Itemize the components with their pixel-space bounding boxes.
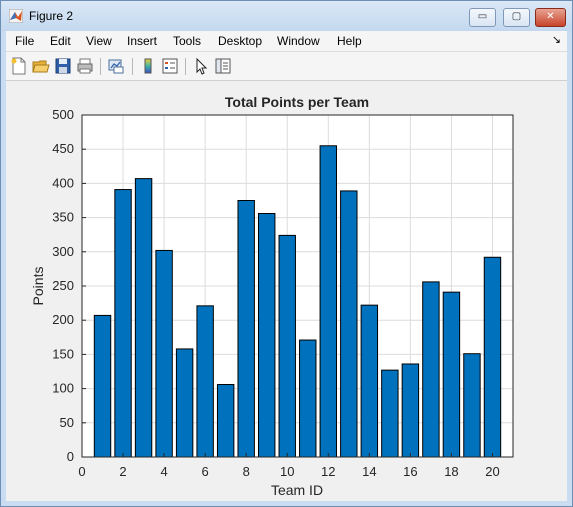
link-plot-icon[interactable] xyxy=(107,57,125,75)
y-tick-label: 300 xyxy=(52,244,74,259)
window-title: Figure 2 xyxy=(29,9,74,23)
y-tick-label: 450 xyxy=(52,141,74,156)
bar-chart[interactable]: 0 50 100 150 200 250 300 350 400 450 500 0 2 4 6 8 10 12 1… xyxy=(6,81,567,501)
close-icon: ✕ xyxy=(546,11,555,22)
print-icon[interactable] xyxy=(76,57,94,75)
bar-team-11[interactable] xyxy=(299,339,317,458)
bar-team-6[interactable] xyxy=(196,305,214,458)
y-tick-label: 100 xyxy=(52,381,74,396)
maximize-icon: ▢ xyxy=(511,11,522,22)
bar-team-8[interactable] xyxy=(237,200,255,458)
maximize-button[interactable]: ▢ xyxy=(503,8,530,27)
property-editor-icon[interactable] xyxy=(214,57,232,75)
legend-icon[interactable] xyxy=(161,57,179,75)
x-tick-label: 8 xyxy=(243,464,250,479)
bar-team-14[interactable] xyxy=(360,304,379,458)
y-tick-label: 350 xyxy=(52,210,74,225)
y-tick-label: 50 xyxy=(60,415,74,430)
menu-bar: File Edit View Insert Tools Desktop Wind… xyxy=(6,31,567,52)
bar-team-5[interactable] xyxy=(175,348,194,458)
x-tick-label: 4 xyxy=(160,464,167,479)
new-figure-icon[interactable] xyxy=(10,57,28,75)
bar-team-12[interactable] xyxy=(319,145,337,458)
pointer-icon[interactable] xyxy=(192,57,210,75)
x-tick-label: 2 xyxy=(119,464,126,479)
close-button[interactable]: ✕ xyxy=(535,8,566,27)
figure-toolbar xyxy=(6,52,567,81)
bar-team-16[interactable] xyxy=(401,363,420,458)
y-tick-label: 500 xyxy=(52,107,74,122)
bar-team-17[interactable] xyxy=(422,281,440,458)
x-tick-label: 12 xyxy=(321,464,335,479)
dock-arrow-icon[interactable]: ↘ xyxy=(552,33,561,46)
y-tick-label: 150 xyxy=(52,346,74,361)
save-icon[interactable] xyxy=(54,57,72,75)
menu-view[interactable]: View xyxy=(86,34,112,48)
chart-title: Total Points per Team xyxy=(225,94,369,110)
menu-edit[interactable]: Edit xyxy=(50,34,71,48)
bar-team-13[interactable] xyxy=(340,190,358,458)
y-tick-label: 250 xyxy=(52,278,74,293)
x-tick-label: 0 xyxy=(78,464,85,479)
minimize-button[interactable]: ▭ xyxy=(469,8,496,27)
toolbar-separator xyxy=(100,58,101,75)
bar-team-20[interactable] xyxy=(483,256,502,458)
x-tick-label: 6 xyxy=(202,464,209,479)
x-tick-label: 20 xyxy=(485,464,499,479)
bar-team-3[interactable] xyxy=(134,178,153,458)
bar-team-4[interactable] xyxy=(155,249,173,458)
menu-window[interactable]: Window xyxy=(277,34,320,48)
matlab-icon xyxy=(9,9,23,23)
menu-desktop[interactable]: Desktop xyxy=(218,34,262,48)
y-tick-label: 0 xyxy=(67,449,74,464)
bar-team-7[interactable] xyxy=(216,383,235,458)
x-tick-label: 14 xyxy=(362,464,376,479)
minimize-icon: ▭ xyxy=(477,11,488,22)
colorbar-icon[interactable] xyxy=(139,57,157,75)
figure-canvas: 0 50 100 150 200 250 300 350 400 450 500 0 2 4 6 8 10 12 1… xyxy=(6,81,567,501)
bar-team-2[interactable] xyxy=(114,189,132,458)
menu-tools[interactable]: Tools xyxy=(173,34,201,48)
bar-team-18[interactable] xyxy=(442,291,461,458)
menu-file[interactable]: File xyxy=(15,34,34,48)
x-axis-label: Team ID xyxy=(271,482,323,498)
open-file-icon[interactable] xyxy=(32,57,50,75)
bar-team-15[interactable] xyxy=(381,369,399,458)
y-axis-label: Points xyxy=(30,267,46,306)
y-tick-label: 200 xyxy=(52,312,74,327)
bar-team-1[interactable] xyxy=(93,314,112,458)
bar-team-10[interactable] xyxy=(278,234,296,458)
title-bar[interactable]: Figure 2 ▭ ▢ ✕ xyxy=(1,1,572,31)
x-tick-label: 18 xyxy=(444,464,458,479)
toolbar-separator xyxy=(132,58,133,75)
menu-help[interactable]: Help xyxy=(337,34,362,48)
x-tick-label: 10 xyxy=(280,464,294,479)
bar-team-9[interactable] xyxy=(258,212,276,458)
menu-insert[interactable]: Insert xyxy=(127,34,157,48)
y-tick-label: 400 xyxy=(52,175,74,190)
x-tick-label: 16 xyxy=(403,464,417,479)
bar-team-19[interactable] xyxy=(463,353,481,458)
toolbar-separator xyxy=(185,58,186,75)
figure-window: Figure 2 ▭ ▢ ✕ File Edit View Insert Too… xyxy=(0,0,573,507)
